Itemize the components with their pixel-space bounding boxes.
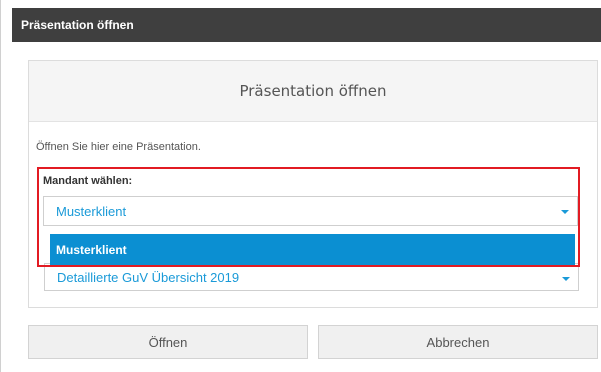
mandant-label: Mandant wählen:	[43, 175, 133, 187]
caret-down-icon	[561, 210, 569, 214]
open-button[interactable]: Öffnen	[28, 325, 308, 359]
window-title: Präsentation öffnen	[12, 8, 601, 42]
dropdown-option-musterklient[interactable]: Musterklient	[50, 234, 575, 266]
caret-down-icon	[562, 277, 570, 281]
presentation-select-value: Detaillierte GuV Übersicht 2019	[57, 269, 240, 285]
cancel-button[interactable]: Abbrechen	[318, 325, 598, 359]
open-presentation-dialog: Präsentation öffnen Präsentation öffnen …	[0, 0, 601, 372]
mandant-select-value: Musterklient	[56, 203, 127, 219]
panel-title: Präsentation öffnen	[29, 61, 597, 122]
intro-text: Öffnen Sie hier eine Präsentation.	[36, 141, 201, 153]
presentation-select[interactable]: Detaillierte GuV Übersicht 2019	[44, 263, 579, 291]
mandant-select[interactable]: Musterklient	[43, 196, 578, 226]
